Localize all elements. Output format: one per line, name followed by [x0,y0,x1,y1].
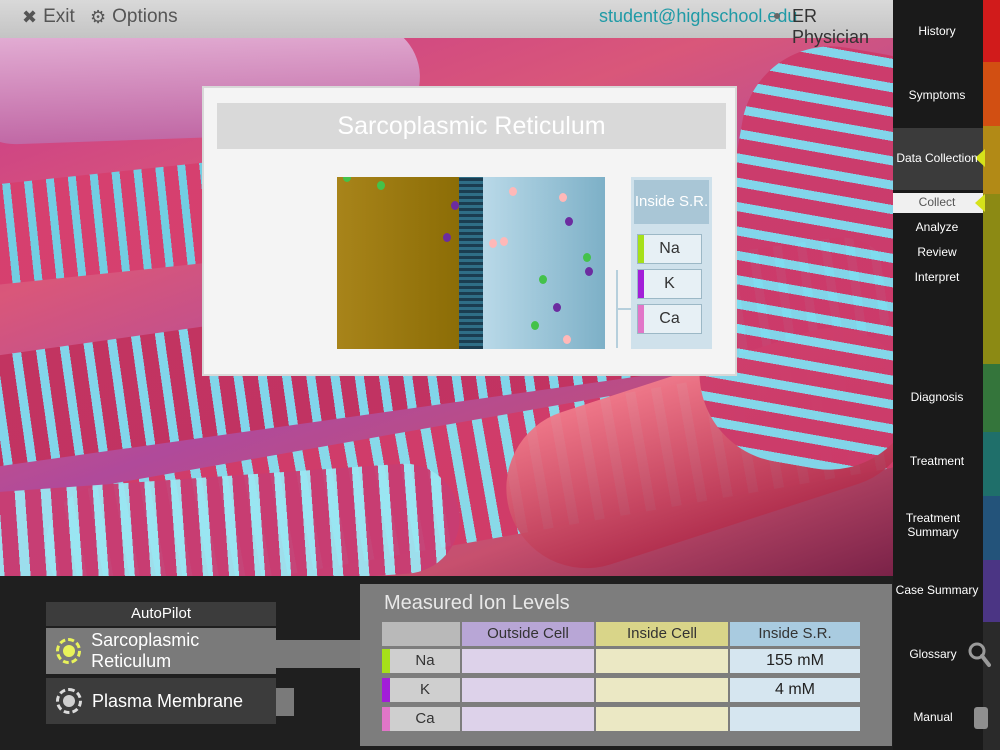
table-cell [462,678,594,702]
ion-color-swatch [638,270,644,298]
autopilot-item-label: Plasma Membrane [92,690,244,711]
sidebar-item-glossary[interactable]: Glossary [893,647,973,661]
user-role: ER Physician [792,6,870,47]
ion-selector-panel: Inside S.R. Na K Ca [631,177,712,349]
table-cell [596,707,728,731]
na-ion-particle [531,321,539,330]
close-icon: ✖ [22,6,38,27]
row-label-k: K [390,678,460,702]
exit-label: Exit [43,6,75,27]
table-cell [730,707,860,731]
autopilot-connector [276,640,360,668]
ca-ion-particle [509,187,517,196]
column-header-outside-cell: Outside Cell [462,622,594,646]
rail-segment [983,432,1000,496]
sidebar-item-case-summary[interactable]: Case Summary [893,583,981,597]
k-ion-particle [585,267,593,276]
target-icon [56,638,82,664]
muscle-fiber-tube [0,459,464,576]
ca-ion-particle [489,239,497,248]
row-color-swatch [382,678,390,702]
user-email[interactable]: student@highschool.edu [599,6,797,27]
table-cell [462,649,594,673]
autopilot-title: AutoPilot [46,602,276,626]
search-icon[interactable] [967,641,991,671]
panel-bracket [616,308,632,310]
muscle-fiber-scene: Sarcoplasmic Reticulum Inside S.R. Na K … [0,38,893,576]
target-icon [56,688,82,714]
rail-segment [983,62,1000,126]
ca-ion-particle [559,193,567,202]
separator-dot [774,13,780,19]
autopilot-item-sarcoplasmic-reticulum[interactable]: Sarcoplasmic Reticulum [46,628,276,674]
sidebar-item-data-collection[interactable]: Data Collection [893,151,981,165]
ion-button-label: Na [659,240,680,257]
exit-button[interactable]: ✖ Exit [22,4,75,30]
k-ion-particle [451,201,459,210]
na-ion-particle [539,275,547,284]
sidebar-item-treatment[interactable]: Treatment [893,454,981,468]
popup-title: Sarcoplasmic Reticulum [217,103,726,149]
rail-segment [983,560,1000,622]
sidebar-item-symptoms[interactable]: Symptoms [893,88,981,102]
na-ion-particle [583,253,591,262]
progress-rail [983,0,1000,750]
autopilot-connector [276,688,294,716]
ion-color-swatch [638,235,644,263]
autopilot-item-plasma-membrane[interactable]: Plasma Membrane [46,678,276,724]
sidebar-item-diagnosis[interactable]: Diagnosis [893,390,981,404]
sidebar-subitem-analyze[interactable]: Analyze [893,220,981,234]
k-ion-particle [553,303,561,312]
cytoplasm-region [337,177,459,349]
ion-panel-title: Inside S.R. [634,180,709,224]
row-color-swatch [382,649,390,673]
table-cell [596,649,728,673]
ion-button-na[interactable]: Na [637,234,702,264]
app-root: Sarcoplasmic Reticulum Inside S.R. Na K … [0,0,1000,750]
ion-button-label: K [664,275,675,292]
autopilot-item-label: Sarcoplasmic Reticulum [91,630,200,671]
sidebar-item-manual[interactable]: Manual [893,710,973,724]
organelle-popup: Sarcoplasmic Reticulum Inside S.R. Na K … [202,86,737,376]
sr-membrane-wall [459,177,483,349]
sidebar-subitem-interpret[interactable]: Interpret [893,270,981,284]
top-bar: ✖ Exit ⚙ Options student@highschool.edu … [0,0,893,47]
table-cell [462,707,594,731]
ca-ion-particle [563,335,571,344]
column-header-inside-sr: Inside S.R. [730,622,860,646]
ion-button-ca[interactable]: Ca [637,304,702,334]
table-corner-cell [382,622,460,646]
row-label-na: Na [390,649,460,673]
measured-title: Measured Ion Levels [384,592,570,614]
options-button[interactable]: ⚙ Options [90,4,178,30]
ion-color-swatch [638,305,644,333]
sidebar-item-treatment-summary[interactable]: Treatment Summary [893,511,973,539]
table-cell [596,678,728,702]
gear-icon: ⚙ [90,6,107,27]
manual-book-icon[interactable] [974,707,988,729]
sr-lumen-region [483,177,605,349]
sidebar-subitem-review[interactable]: Review [893,245,981,259]
row-label-ca: Ca [390,707,460,731]
rail-segment [983,364,1000,432]
rail-segment [983,194,1000,364]
sidebar-subitem-collect[interactable]: Collect [893,195,981,209]
k-ion-particle [565,217,573,226]
row-color-swatch [382,707,390,731]
sidebar-item-history[interactable]: History [893,24,981,38]
rail-segment [983,0,1000,62]
rail-segment [983,126,1000,194]
measured-ion-levels-panel: Measured Ion Levels Outside Cell Inside … [360,584,892,746]
na-ion-particle [377,181,385,190]
options-label: Options [112,6,178,27]
ion-button-k[interactable]: K [637,269,702,299]
ca-ion-particle [500,237,508,246]
table-cell: 4 mM [730,678,860,702]
membrane-cross-section [337,177,605,349]
k-ion-particle [443,233,451,242]
ion-button-label: Ca [659,310,680,327]
rail-segment [983,496,1000,560]
column-header-inside-cell: Inside Cell [596,622,728,646]
table-cell: 155 mM [730,649,860,673]
